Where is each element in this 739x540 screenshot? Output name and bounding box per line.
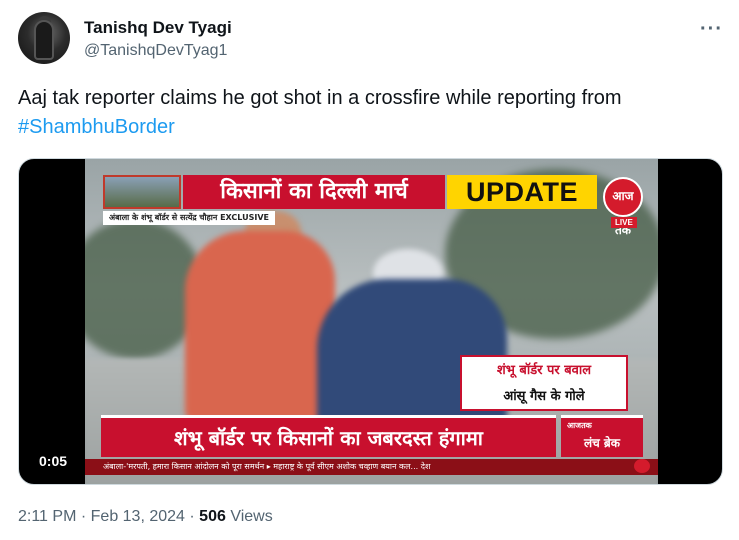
person-orange-shirt <box>185 231 335 421</box>
news-ticker: अंबाला-'मरपती, हमारा किसान आंदोलन को पूर… <box>85 459 658 475</box>
ticker-logo-icon <box>634 459 650 473</box>
avatar-figure <box>34 20 54 60</box>
more-horizontal-icon[interactable]: ··· <box>700 18 723 41</box>
news-topbar: किसानों का दिल्ली मार्च UPDATE आज तक LIV… <box>103 175 643 237</box>
tweet-header: Tanishq Dev Tyagi @TanishqDevTyag1 ··· <box>18 12 723 72</box>
lunch-break-box: आजतक लंच ब्रेक <box>561 415 643 457</box>
live-badge: LIVE <box>611 217 637 228</box>
tweet-meta: 2:11 PM · Feb 13, 2024 · 506 Views <box>18 508 273 526</box>
meta-separator-2: · <box>189 508 195 525</box>
reporter-subline: अंबाला के शंभू बॉर्डर से सत्येंद्र चौहान… <box>103 211 276 225</box>
channel-logo: आज तक <box>603 177 643 237</box>
author-name[interactable]: Tanishq Dev Tyagi <box>84 18 232 38</box>
side-caption-box: शंभू बॉर्डर पर बवाल आंसू गैस के गोले <box>460 355 628 411</box>
tweet-date[interactable]: Feb 13, 2024 <box>91 508 185 525</box>
author-handle[interactable]: @TanishqDevTyag1 <box>84 42 227 60</box>
hashtag-link[interactable]: #ShambhuBorder <box>18 116 175 138</box>
tweet-text: Aaj tak reporter claims he got shot in a… <box>18 84 718 142</box>
views-label: Views <box>230 508 273 525</box>
tweet-body: Aaj tak reporter claims he got shot in a… <box>18 87 622 109</box>
lower-third-text: शंभू बॉर्डर पर किसानों का जबरदस्त हंगामा <box>174 426 483 450</box>
lower-third: शंभू बॉर्डर पर किसानों का जबरदस्त हंगामा <box>101 415 556 457</box>
lunch-break-label: लंच ब्रेक <box>583 436 620 450</box>
update-label: UPDATE <box>447 175 597 209</box>
video-player[interactable]: किसानों का दिल्ली मार्च UPDATE आज तक LIV… <box>18 158 723 485</box>
meta-separator: · <box>80 508 87 525</box>
news-headline: किसानों का दिल्ली मार्च <box>183 175 445 209</box>
lunch-logo: आजतक <box>567 421 592 430</box>
video-timestamp: 0:05 <box>33 450 74 472</box>
views-count: 506 <box>199 508 226 525</box>
avatar[interactable] <box>18 12 70 64</box>
side-caption-line1: शंभू बॉर्डर पर बवाल <box>496 363 592 378</box>
video-frame[interactable]: किसानों का दिल्ली मार्च UPDATE आज तक LIV… <box>85 159 658 484</box>
side-caption-line2: आंसू गैस के गोले <box>503 389 585 404</box>
tweet-time[interactable]: 2:11 PM <box>18 508 76 525</box>
news-thumbnail <box>103 175 181 209</box>
